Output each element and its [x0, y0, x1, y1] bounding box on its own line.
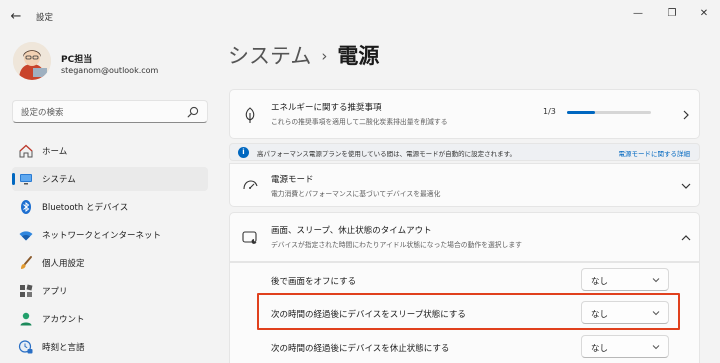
dropdown-value: なし	[591, 277, 609, 287]
bluetooth-icon	[21, 200, 31, 214]
card-title: エネルギーに関する推奨事項	[271, 103, 382, 113]
timeout-card[interactable]: 画面、スリープ、休止状態のタイムアウト デバイスが指定された時間にわたりアイドル…	[229, 212, 700, 262]
minimize-button[interactable]: —	[624, 6, 652, 22]
hibernate-dropdown[interactable]: なし	[581, 335, 669, 358]
card-description: 電力消費とパフォーマンスに基づいてデバイスを最適化	[271, 190, 441, 198]
sidebar-item-network[interactable]: ネットワークとインターネット	[12, 223, 208, 247]
progress-bar-fill	[567, 111, 595, 114]
search-icon	[187, 106, 199, 118]
breadcrumb-separator: ›	[321, 47, 328, 65]
maximize-button[interactable]: ❐	[658, 6, 686, 22]
leaf-icon	[245, 107, 255, 123]
card-title: 画面、スリープ、休止状態のタイムアウト	[271, 226, 432, 236]
power-mode-card[interactable]: 電源モード 電力消費とパフォーマンスに基づいてデバイスを最適化	[229, 163, 700, 207]
sidebar-item-label: Bluetooth とデバイス	[42, 203, 129, 213]
home-icon	[19, 144, 33, 158]
breadcrumb-parent[interactable]: システム	[228, 44, 311, 68]
row-label: 後で画面をオフにする	[271, 277, 357, 287]
chevron-down-icon	[652, 278, 660, 283]
page-title: 電源	[337, 44, 380, 68]
info-banner: i 高パフォーマンス電源プランを使用している間は、電源モードが自動的に設定されま…	[229, 143, 700, 161]
window-title: 設定	[36, 13, 54, 23]
sidebar-item-label: アカウント	[42, 315, 85, 325]
breadcrumb: システム › 電源	[228, 40, 379, 70]
power-mode-info-link[interactable]: 電源モードに関する詳細	[619, 148, 691, 158]
sidebar-item-home[interactable]: ホーム	[12, 139, 208, 163]
energy-recommendations-card[interactable]: エネルギーに関する推奨事項 これらの推奨事項を適用して二酸化炭素排出量を削減する…	[229, 89, 700, 139]
screen-off-dropdown[interactable]: なし	[581, 268, 669, 291]
chevron-right-icon[interactable]	[680, 109, 692, 121]
system-monitor-icon	[20, 174, 32, 185]
sidebar-item-label: 個人用設定	[42, 259, 85, 269]
chevron-down-icon[interactable]	[680, 180, 692, 192]
sidebar-item-label: アプリ	[42, 287, 68, 297]
user-name: PC担当	[61, 55, 93, 65]
sidebar-item-apps[interactable]: アプリ	[12, 279, 208, 303]
active-indicator	[12, 173, 15, 185]
chevron-down-icon	[652, 345, 660, 350]
sidebar-item-time-language[interactable]: 時刻と言語	[12, 335, 208, 359]
sidebar-item-label: 時刻と言語	[42, 343, 85, 353]
speedometer-icon	[243, 180, 258, 190]
close-button[interactable]: ✕	[690, 6, 718, 22]
sidebar-item-label: ネットワークとインターネット	[42, 231, 162, 241]
search-input[interactable]: 設定の検索	[12, 100, 208, 123]
progress-count: 1/3	[543, 107, 556, 116]
brush-icon	[21, 256, 32, 269]
user-email: steganom@outlook.com	[61, 66, 159, 75]
screen-sleep-icon	[242, 231, 257, 244]
back-button[interactable]: ←	[8, 9, 24, 25]
avatar[interactable]	[13, 42, 51, 80]
clock-language-icon	[18, 340, 33, 354]
hibernate-row: 次の時間の経過後にデバイスを休止状態にする なし	[229, 330, 700, 363]
card-description: デバイスが指定された時間にわたりアイドル状態になった場合の動作を選択します	[271, 241, 522, 249]
sidebar-item-label: システム	[42, 175, 76, 185]
card-description: これらの推奨事項を適用して二酸化炭素排出量を削減する	[271, 118, 448, 126]
chevron-up-icon[interactable]	[680, 232, 692, 244]
sidebar-item-label: ホーム	[42, 147, 68, 157]
sidebar-item-system[interactable]: システム	[12, 167, 208, 191]
card-title: 電源モード	[271, 175, 314, 185]
apps-icon	[20, 284, 33, 297]
row-label: 次の時間の経過後にデバイスを休止状態にする	[271, 344, 450, 354]
info-text: 高パフォーマンス電源プランを使用している間は、電源モードが自動的に設定されます。	[257, 150, 517, 158]
dropdown-value: なし	[591, 344, 609, 354]
info-icon: i	[238, 147, 249, 158]
account-icon	[20, 312, 32, 326]
sidebar-item-accounts[interactable]: アカウント	[12, 307, 208, 331]
search-placeholder: 設定の検索	[21, 108, 64, 118]
sidebar-item-personalization[interactable]: 個人用設定	[12, 251, 208, 275]
highlight-annotation	[257, 293, 680, 330]
wifi-icon	[19, 231, 33, 241]
sidebar-item-bluetooth[interactable]: Bluetooth とデバイス	[12, 195, 208, 219]
title-bar: ← 設定 — ❐ ✕	[0, 0, 720, 34]
progress-bar	[567, 111, 651, 114]
